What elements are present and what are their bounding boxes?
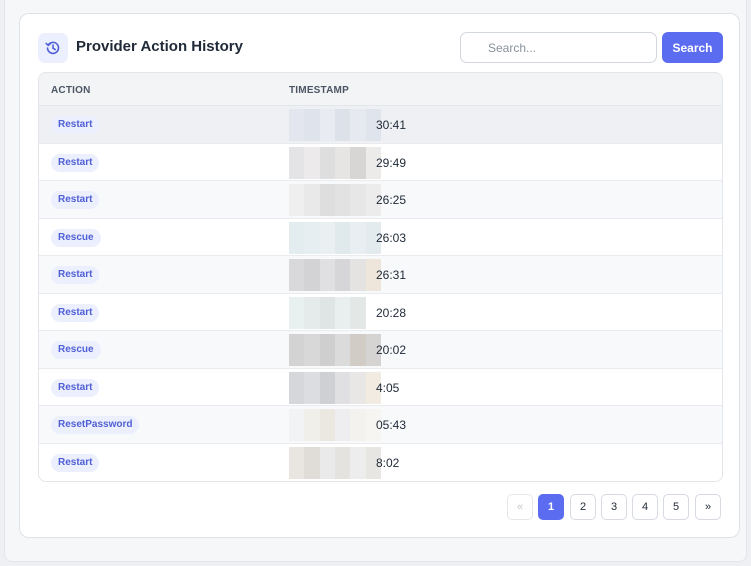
page-background: Provider Action History Search ACTION TI… [4,0,747,562]
page-button-3[interactable]: 3 [601,494,627,520]
page-button-1[interactable]: 1 [538,494,564,520]
redacted-timestamp [289,221,381,254]
action-badge: ResetPassword [51,416,140,434]
history-icon [38,33,68,63]
timestamp-text: 26:25 [376,193,407,207]
action-badge: Restart [51,266,100,284]
table-row[interactable]: Restart 20:28 [39,293,722,331]
action-badge: Restart [51,303,100,322]
redacted-timestamp [289,184,381,216]
table-row[interactable]: Restart 4:05 [39,368,722,406]
page-button-4[interactable]: 4 [632,494,658,520]
table-row[interactable]: ResetPassword 05:43 [39,406,722,444]
table-row[interactable]: Rescue 20:02 [39,331,722,369]
table-row[interactable]: Rescue 26:03 [39,218,722,256]
redacted-timestamp [289,109,381,141]
timestamp-text: 05:43 [376,418,407,432]
timestamp-text: 20:28 [376,305,407,320]
search-button[interactable]: Search [662,32,723,63]
table-row[interactable]: Restart 30:41 [39,106,722,144]
column-header-action: ACTION [51,85,91,96]
timestamp-text: 30:41 [376,118,407,132]
timestamp-text: 8:02 [376,455,400,470]
redacted-timestamp [289,334,381,366]
redacted-timestamp [289,296,381,329]
table-row[interactable]: Restart 26:25 [39,181,722,219]
search-input[interactable] [460,32,657,63]
timestamp-text: 26:03 [376,230,407,245]
timestamp-text: 29:49 [376,155,407,170]
action-history-card: Provider Action History Search ACTION TI… [19,13,740,538]
action-badge: Rescue [51,228,101,247]
timestamp-text: 4:05 [376,380,400,395]
prev-page-button[interactable]: « [507,494,533,520]
table-body: Restart 30:41 Restart 29:49 Restart 26:25 Resc… [39,106,722,481]
action-history-table: ACTION TIMESTAMP Restart 30:41 Restart 29:4… [38,72,723,482]
action-badge: Rescue [51,341,101,359]
timestamp-text: 26:31 [376,268,407,282]
page-title: Provider Action History [76,38,243,55]
action-badge: Restart [51,153,100,172]
page-button-2[interactable]: 2 [570,494,596,520]
action-badge: Restart [51,191,100,209]
table-row[interactable]: Restart 26:31 [39,256,722,294]
redacted-timestamp [289,259,381,291]
action-badge: Restart [51,116,100,134]
table-header: ACTION TIMESTAMP [39,73,722,106]
table-row[interactable]: Restart 8:02 [39,443,722,481]
action-badge: Restart [51,378,100,397]
column-header-timestamp: TIMESTAMP [289,85,349,96]
redacted-timestamp [289,409,381,441]
timestamp-text: 20:02 [376,343,407,357]
redacted-timestamp [289,146,381,179]
page-button-5[interactable]: 5 [663,494,689,520]
redacted-timestamp [289,371,381,404]
action-badge: Restart [51,453,100,472]
redacted-timestamp [289,446,381,479]
next-page-button[interactable]: » [695,494,721,520]
table-row[interactable]: Restart 29:49 [39,143,722,181]
